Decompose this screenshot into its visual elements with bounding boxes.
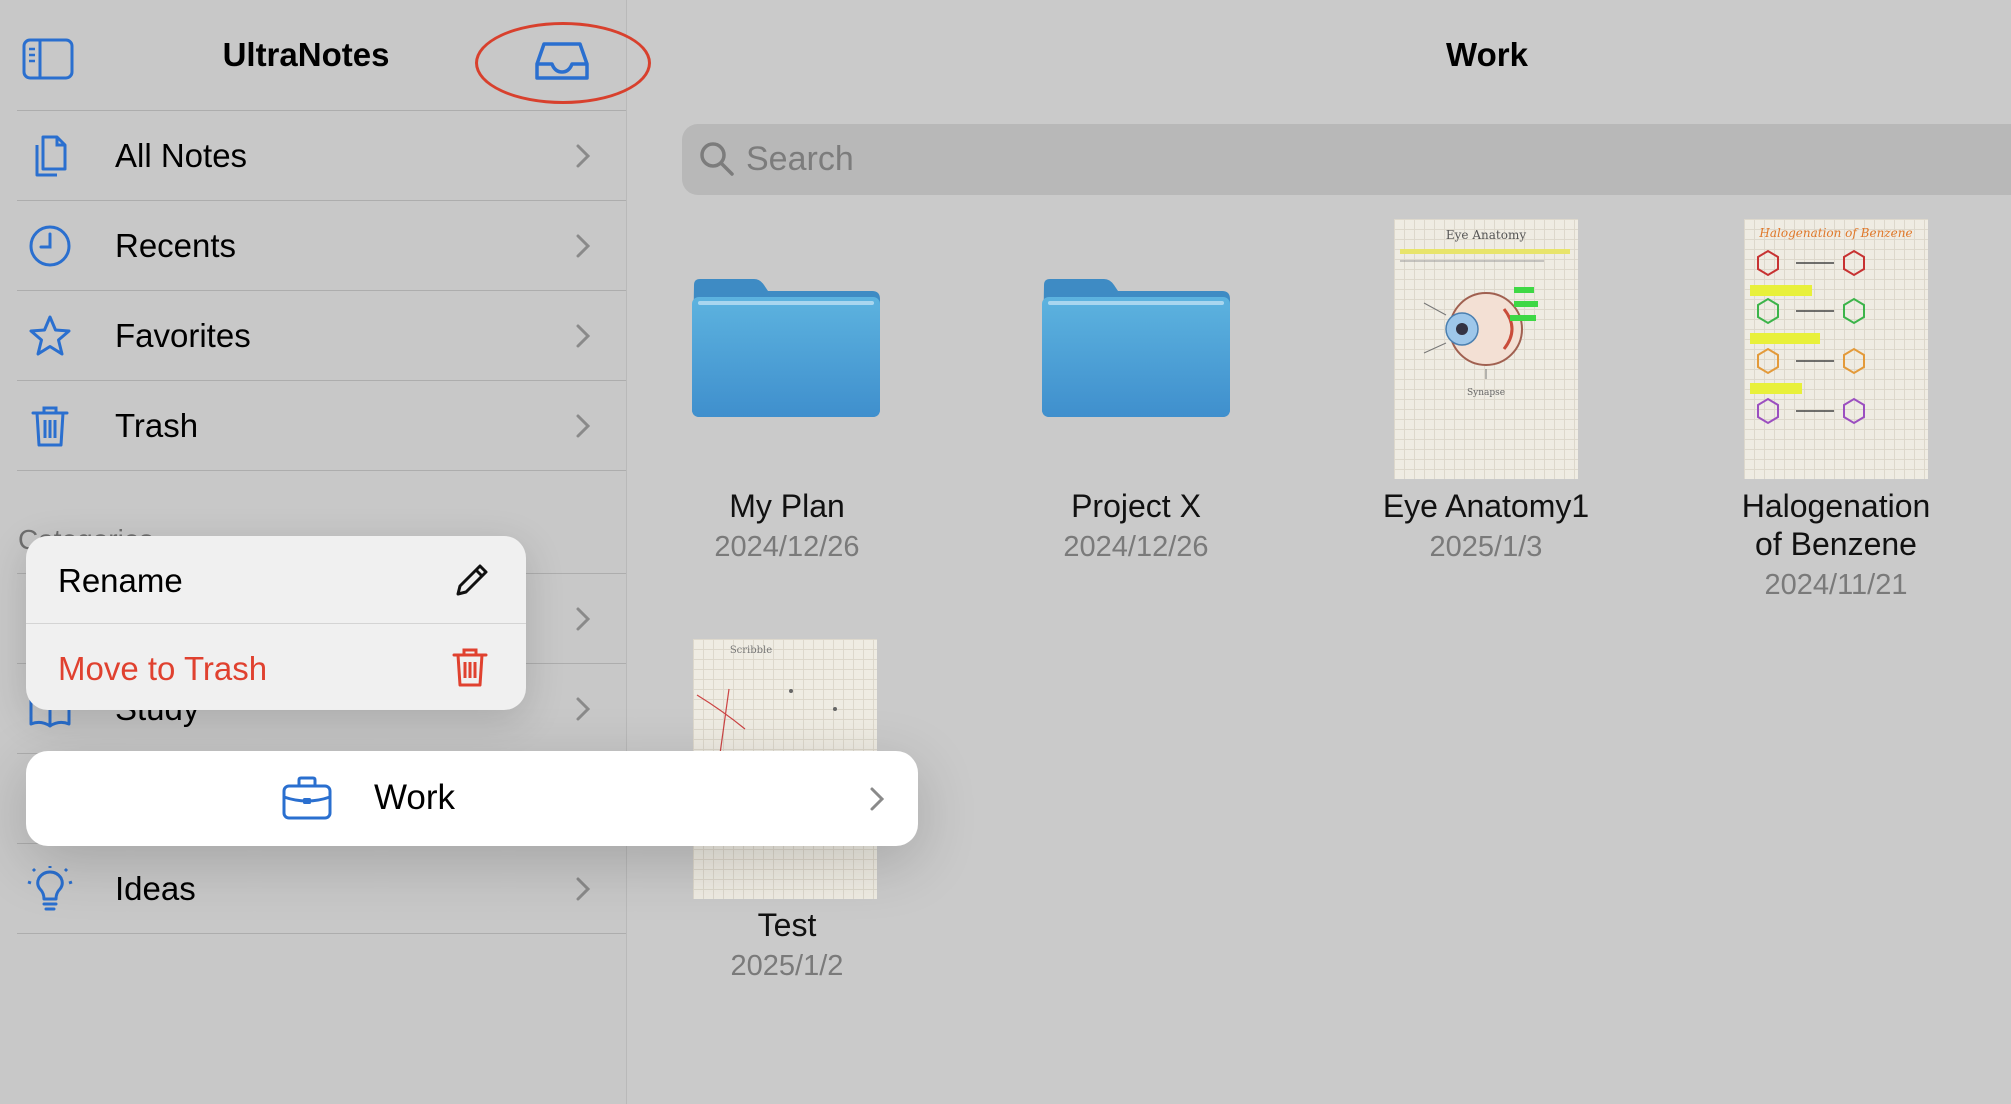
trash-icon: [452, 648, 488, 687]
search-icon: [700, 142, 734, 176]
note-thumbnail: Halogenation of Benzene: [1744, 219, 1928, 479]
eye-anatomy-drawing: Eye Anatomy Synapse: [1400, 228, 1570, 398]
star-icon: [29, 315, 71, 356]
work-label: Work: [374, 778, 456, 817]
file-date: 2024/11/21: [1764, 569, 1908, 601]
page-title: Work: [1446, 36, 1528, 73]
sidebar-item-recents[interactable]: Recents: [17, 200, 626, 290]
sidebar-header: UltraNotes: [0, 0, 651, 110]
thumb-title: Scribble: [730, 645, 772, 656]
sidebar-nav: All Notes Recents Favorites Trash: [17, 110, 626, 471]
file-name-line1: Halogenation: [1741, 488, 1931, 524]
file-tile-label: My Plan 2024/12/26: [662, 487, 912, 564]
chevron-right-icon: [576, 697, 591, 721]
selected-category-work[interactable]: Work: [26, 751, 918, 846]
chevron-right-icon: [870, 787, 885, 811]
lightbulb-icon: [27, 866, 73, 911]
chevron-right-icon: [576, 414, 591, 438]
annotation-circle: [475, 22, 651, 104]
sidebar-item-label: All Notes: [115, 137, 248, 174]
note-thumbnail: Eye Anatomy Synapse: [1394, 219, 1578, 479]
sidebar-item-trash[interactable]: Trash: [17, 380, 626, 470]
thumb-title: Halogenation of Benzene: [1758, 226, 1912, 240]
file-tile-label: Halogenation of Benzene 2024/11/21: [1711, 487, 1961, 602]
file-date: 2024/12/26: [1063, 531, 1209, 563]
file-name-line2: of Benzene: [1755, 526, 1917, 562]
file-tile-label: Eye Anatomy1 2025/1/3: [1361, 487, 1611, 564]
file-name: My Plan: [729, 488, 845, 524]
file-name: Test: [757, 907, 817, 943]
pencil-icon: [456, 564, 488, 596]
chevron-right-icon: [576, 324, 591, 348]
file-name: Project X: [1071, 488, 1201, 524]
search-input[interactable]: Search: [682, 124, 2011, 195]
chevron-right-icon: [576, 607, 591, 631]
file-tile-label: Test 2025/1/2: [662, 906, 912, 983]
main-content: Work Search My Plan 2024/12/26 Project X…: [627, 0, 2011, 1104]
sidebar-item-label: Recents: [115, 227, 237, 264]
rename-label: Rename: [58, 562, 183, 599]
file-name: Eye Anatomy1: [1382, 488, 1590, 524]
divider: [17, 933, 626, 934]
trash-icon: [31, 406, 69, 447]
chevron-right-icon: [576, 144, 591, 168]
chevron-right-icon: [576, 877, 591, 901]
sidebar-item-label: Trash: [115, 407, 199, 444]
context-menu: Rename Move to Trash: [26, 536, 526, 710]
divider: [17, 470, 626, 471]
file-date: 2024/12/26: [714, 531, 860, 563]
svg-text:Synapse: Synapse: [1467, 388, 1505, 398]
file-tile-label: Project X 2024/12/26: [1011, 487, 1261, 564]
thumb-title: Eye Anatomy: [1446, 228, 1526, 242]
sidebar-item-label: Ideas: [115, 870, 196, 907]
sidebar-item-label: Favorites: [115, 317, 251, 354]
file-date: 2025/1/3: [1429, 531, 1543, 563]
documents-icon: [35, 135, 67, 177]
sidebar-item-favorites[interactable]: Favorites: [17, 290, 626, 380]
move-to-trash-menu-item[interactable]: Move to Trash: [26, 623, 526, 710]
move-to-trash-label: Move to Trash: [58, 650, 268, 687]
briefcase-icon: [282, 776, 332, 820]
sidebar-item-all-notes[interactable]: All Notes: [17, 110, 626, 200]
folder-icon: [1042, 279, 1230, 417]
clock-icon: [29, 225, 71, 267]
file-date: 2025/1/2: [730, 950, 844, 982]
search-placeholder: Search: [746, 140, 854, 178]
benzene-drawing: Halogenation of Benzene: [1750, 226, 1913, 425]
chevron-right-icon: [576, 234, 591, 258]
sidebar-item-ideas[interactable]: Ideas: [17, 843, 626, 933]
rename-menu-item[interactable]: Rename: [26, 536, 526, 623]
folder-icon: [692, 279, 880, 417]
